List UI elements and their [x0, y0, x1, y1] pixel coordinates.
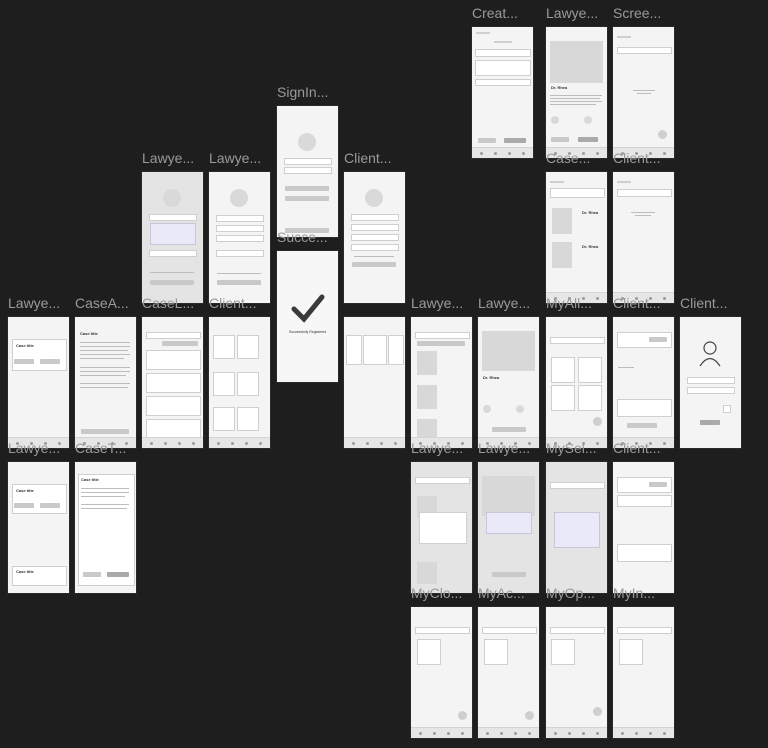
doctor-name: Dr. Rhea [582, 210, 599, 215]
frame-lawyer-profile[interactable]: Dr. Rhea [546, 27, 607, 158]
frame-client-r3e[interactable] [613, 462, 674, 593]
case-title: Case title [16, 569, 34, 574]
frame-label: Client... [613, 150, 661, 166]
frame-client-r1[interactable] [613, 317, 674, 448]
frame-label: Lawye... [546, 5, 599, 21]
frame-label: Lawye... [478, 440, 531, 456]
frame-screen[interactable] [613, 27, 674, 158]
frame-signin[interactable] [277, 106, 338, 237]
frame-label: Lawye... [209, 150, 262, 166]
doctor-name: Dr. Rhea [582, 244, 599, 249]
frame-success[interactable]: Successfully Registered [277, 251, 338, 382]
frame-label: MyAll... [546, 295, 592, 311]
frame-label: MyClo... [411, 585, 463, 601]
checkmark-icon [291, 294, 325, 323]
frame-my-inbox[interactable] [613, 607, 674, 738]
frame-my-closed[interactable] [411, 607, 472, 738]
frame-label: MyAc... [478, 585, 525, 601]
frame-my-all[interactable] [546, 317, 607, 448]
frame-label: MySel... [546, 440, 597, 456]
frame-label: MyOp... [546, 585, 596, 601]
frame-my-select[interactable] [546, 462, 607, 593]
frame-label: Client... [209, 295, 257, 311]
frame-lawyer-signup-b[interactable] [209, 172, 270, 303]
frame-label: Case... [546, 150, 591, 166]
user-icon [699, 341, 721, 367]
frame-create-case[interactable] [472, 27, 533, 158]
case-title: Case title [16, 343, 34, 348]
frame-case-a[interactable]: Case title [75, 317, 136, 448]
frame-label: Succe... [277, 229, 328, 245]
frame-client-grid[interactable] [209, 317, 270, 448]
frame-lawyer-home[interactable]: Case title [8, 317, 69, 448]
frame-label: Lawye... [8, 295, 61, 311]
frame-lawyer-r3c[interactable] [411, 462, 472, 593]
frame-label: Creat... [472, 5, 518, 21]
doctor-name: Dr. Rhea [483, 375, 500, 380]
frame-label: CaseL... [142, 295, 195, 311]
frame-case-r3b[interactable]: Case title [75, 462, 136, 593]
frame-lawyer-signup-a[interactable] [142, 172, 203, 303]
frame-client-carousel[interactable] [344, 317, 405, 448]
frame-lawyer-r3d[interactable] [478, 462, 539, 593]
frame-label: Client... [680, 295, 728, 311]
frame-my-active[interactable] [478, 607, 539, 738]
frame-label: Client... [613, 295, 661, 311]
success-message: Successfully Registered [288, 330, 327, 334]
frame-label: CaseT... [75, 440, 127, 456]
case-title: Case title [81, 477, 99, 482]
frame-lawyer-detail[interactable]: Dr. Rhea [478, 317, 539, 448]
frame-label: MyIn... [613, 585, 656, 601]
frame-label: Lawye... [478, 295, 531, 311]
frame-label: Scree... [613, 5, 662, 21]
frame-case-lawyers[interactable]: Dr. Rhea Dr. Rhea [546, 172, 607, 303]
case-title: Case title [80, 331, 98, 336]
frame-case-cards[interactable] [142, 317, 203, 448]
frame-client-signup[interactable] [344, 172, 405, 303]
doctor-name: Dr. Rhea [551, 85, 568, 90]
frame-label: Lawye... [411, 440, 464, 456]
frame-label: Client... [344, 150, 392, 166]
frame-my-open[interactable] [546, 607, 607, 738]
frame-label: Lawye... [8, 440, 61, 456]
frame-lawyer-list[interactable] [411, 317, 472, 448]
frame-label: SignIn... [277, 84, 329, 100]
frame-client-r2[interactable] [680, 317, 741, 448]
case-title: Case title [16, 488, 34, 493]
frame-label: Client... [613, 440, 661, 456]
frame-label: Lawye... [411, 295, 464, 311]
frame-client-top[interactable] [613, 172, 674, 303]
frame-lawyer-r3a[interactable]: Case title Case title [8, 462, 69, 593]
frame-label: Lawye... [142, 150, 195, 166]
frame-label: CaseA... [75, 295, 129, 311]
